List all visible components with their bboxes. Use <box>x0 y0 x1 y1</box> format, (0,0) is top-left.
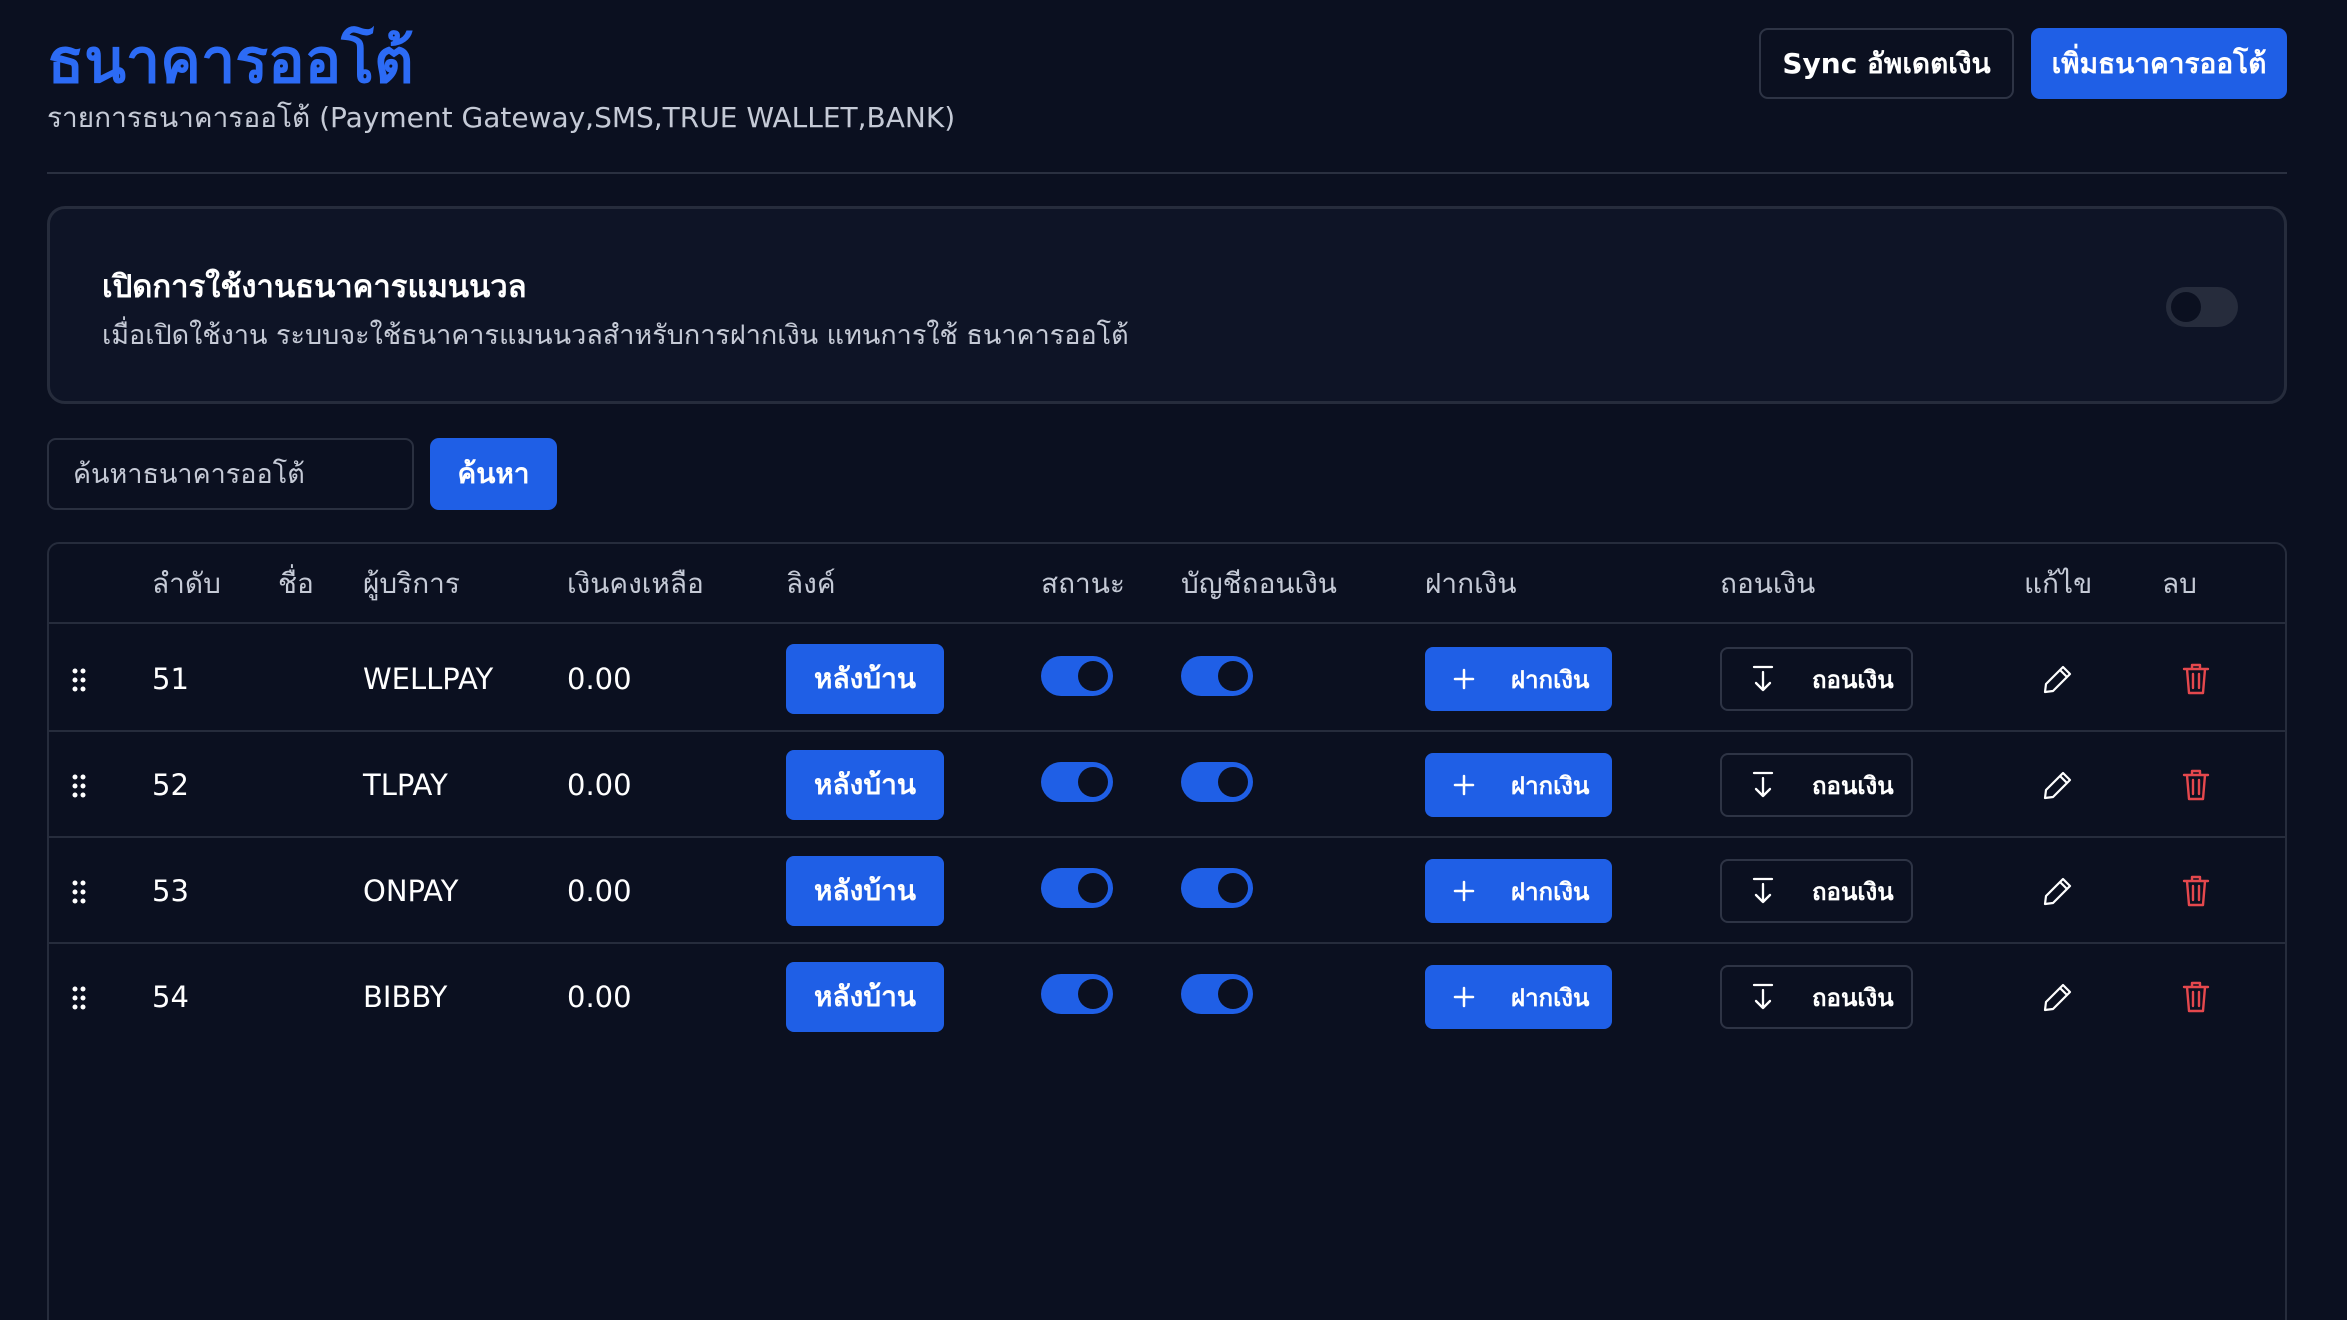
plus-icon <box>1453 986 1475 1008</box>
table-header: ลำดับ ชื่อ ผู้บริการ เงินคงเหลือ ลิงค์ ส… <box>49 544 2285 624</box>
drag-handle-icon[interactable] <box>72 880 86 904</box>
deposit-button[interactable]: ฝากเงิน <box>1425 859 1612 923</box>
trash-icon[interactable] <box>2181 768 2211 802</box>
header-edit: แก้ไข <box>2024 567 2093 600</box>
deposit-label: ฝากเงิน <box>1511 771 1590 800</box>
deposit-button[interactable]: ฝากเงิน <box>1425 647 1612 711</box>
drag-handle-icon[interactable] <box>72 668 86 692</box>
row-provider: BIBBY <box>363 980 448 1014</box>
table-row: 51 WELLPAY 0.00 หลังบ้าน ฝากเงิน ถอนเงิน <box>49 626 2285 732</box>
row-order: 52 <box>152 768 189 802</box>
row-provider: TLPAY <box>363 768 448 802</box>
manual-bank-description: เมื่อเปิดใช้งาน ระบบจะใช้ธนาคารแมนนวลสำห… <box>102 320 1129 351</box>
row-balance: 0.00 <box>567 980 632 1014</box>
deposit-button[interactable]: ฝากเงิน <box>1425 753 1612 817</box>
search-input[interactable] <box>47 438 414 510</box>
add-auto-bank-button[interactable]: เพิ่มธนาคารออโต้ <box>2031 28 2287 99</box>
withdraw-button[interactable]: ถอนเงิน <box>1720 753 1913 817</box>
deposit-button[interactable]: ฝากเงิน <box>1425 965 1612 1029</box>
drag-handle-icon[interactable] <box>72 774 86 798</box>
header-order: ลำดับ <box>152 567 221 600</box>
toggle-knob <box>1078 873 1108 903</box>
withdraw-button[interactable]: ถอนเงิน <box>1720 859 1913 923</box>
row-order: 53 <box>152 874 189 908</box>
manual-bank-title: เปิดการใช้งานธนาคารแมนนวล <box>102 269 527 305</box>
plus-icon <box>1453 880 1475 902</box>
toggle-knob <box>2171 292 2201 322</box>
pencil-icon[interactable] <box>2041 874 2075 908</box>
backend-link-button[interactable]: หลังบ้าน <box>786 962 944 1032</box>
trash-icon[interactable] <box>2181 980 2211 1014</box>
backend-link-button[interactable]: หลังบ้าน <box>786 644 944 714</box>
pencil-icon[interactable] <box>2041 980 2075 1014</box>
toggle-knob <box>1078 979 1108 1009</box>
header-balance: เงินคงเหลือ <box>567 567 704 600</box>
status-toggle[interactable] <box>1041 762 1113 802</box>
pencil-icon[interactable] <box>2041 768 2075 802</box>
search-button[interactable]: ค้นหา <box>430 438 557 510</box>
status-toggle[interactable] <box>1041 868 1113 908</box>
table-row: 53 ONPAY 0.00 หลังบ้าน ฝากเงิน ถอนเงิน <box>49 838 2285 944</box>
toggle-knob <box>1078 767 1108 797</box>
download-arrow-icon <box>1752 983 1774 1010</box>
row-balance: 0.00 <box>567 874 632 908</box>
toggle-knob <box>1078 661 1108 691</box>
header-link: ลิงค์ <box>786 567 836 600</box>
table-row: 52 TLPAY 0.00 หลังบ้าน ฝากเงิน ถอนเงิน <box>49 732 2285 838</box>
row-balance: 0.00 <box>567 662 632 696</box>
table-row: 54 BIBBY 0.00 หลังบ้าน ฝากเงิน ถอนเงิน <box>49 944 2285 1050</box>
header-withdraw: ถอนเงิน <box>1720 567 1816 600</box>
auto-bank-table: ลำดับ ชื่อ ผู้บริการ เงินคงเหลือ ลิงค์ ส… <box>47 542 2287 1320</box>
sync-balance-button[interactable]: Sync อัพเดตเงิน <box>1759 28 2014 99</box>
row-order: 51 <box>152 662 189 696</box>
manual-bank-card: เปิดการใช้งานธนาคารแมนนวล เมื่อเปิดใช้งา… <box>47 206 2287 404</box>
trash-icon[interactable] <box>2181 662 2211 696</box>
withdraw-account-toggle[interactable] <box>1181 656 1253 696</box>
plus-icon <box>1453 774 1475 796</box>
toggle-knob <box>1218 767 1248 797</box>
header-provider: ผู้บริการ <box>363 567 460 600</box>
header-delete: ลบ <box>2162 567 2197 600</box>
header-divider <box>47 172 2287 174</box>
header-withdraw-account: บัญชีถอนเงิน <box>1181 567 1337 600</box>
backend-link-button[interactable]: หลังบ้าน <box>786 750 944 820</box>
withdraw-account-toggle[interactable] <box>1181 868 1253 908</box>
deposit-label: ฝากเงิน <box>1511 877 1590 906</box>
toggle-knob <box>1218 661 1248 691</box>
withdraw-button[interactable]: ถอนเงิน <box>1720 965 1913 1029</box>
page-subtitle: รายการธนาคารออโต้ (Payment Gateway,SMS,T… <box>47 101 956 134</box>
header-status: สถานะ <box>1041 567 1125 600</box>
withdraw-account-toggle[interactable] <box>1181 974 1253 1014</box>
header-name: ชื่อ <box>278 567 314 600</box>
withdraw-label: ถอนเงิน <box>1812 665 1894 694</box>
trash-icon[interactable] <box>2181 874 2211 908</box>
toggle-knob <box>1218 873 1248 903</box>
download-arrow-icon <box>1752 877 1774 904</box>
manual-bank-toggle[interactable] <box>2166 287 2238 327</box>
status-toggle[interactable] <box>1041 656 1113 696</box>
deposit-label: ฝากเงิน <box>1511 665 1590 694</box>
drag-handle-icon[interactable] <box>72 986 86 1010</box>
withdraw-label: ถอนเงิน <box>1812 877 1894 906</box>
page-title: ธนาคารออโต้ <box>47 26 414 97</box>
row-order: 54 <box>152 980 189 1014</box>
toggle-knob <box>1218 979 1248 1009</box>
download-arrow-icon <box>1752 771 1774 798</box>
plus-icon <box>1453 668 1475 690</box>
deposit-label: ฝากเงิน <box>1511 983 1590 1012</box>
status-toggle[interactable] <box>1041 974 1113 1014</box>
withdraw-label: ถอนเงิน <box>1812 983 1894 1012</box>
download-arrow-icon <box>1752 665 1774 692</box>
pencil-icon[interactable] <box>2041 662 2075 696</box>
row-balance: 0.00 <box>567 768 632 802</box>
row-provider: ONPAY <box>363 874 459 908</box>
header-deposit: ฝากเงิน <box>1425 567 1517 600</box>
withdraw-label: ถอนเงิน <box>1812 771 1894 800</box>
withdraw-button[interactable]: ถอนเงิน <box>1720 647 1913 711</box>
withdraw-account-toggle[interactable] <box>1181 762 1253 802</box>
row-provider: WELLPAY <box>363 662 494 696</box>
backend-link-button[interactable]: หลังบ้าน <box>786 856 944 926</box>
